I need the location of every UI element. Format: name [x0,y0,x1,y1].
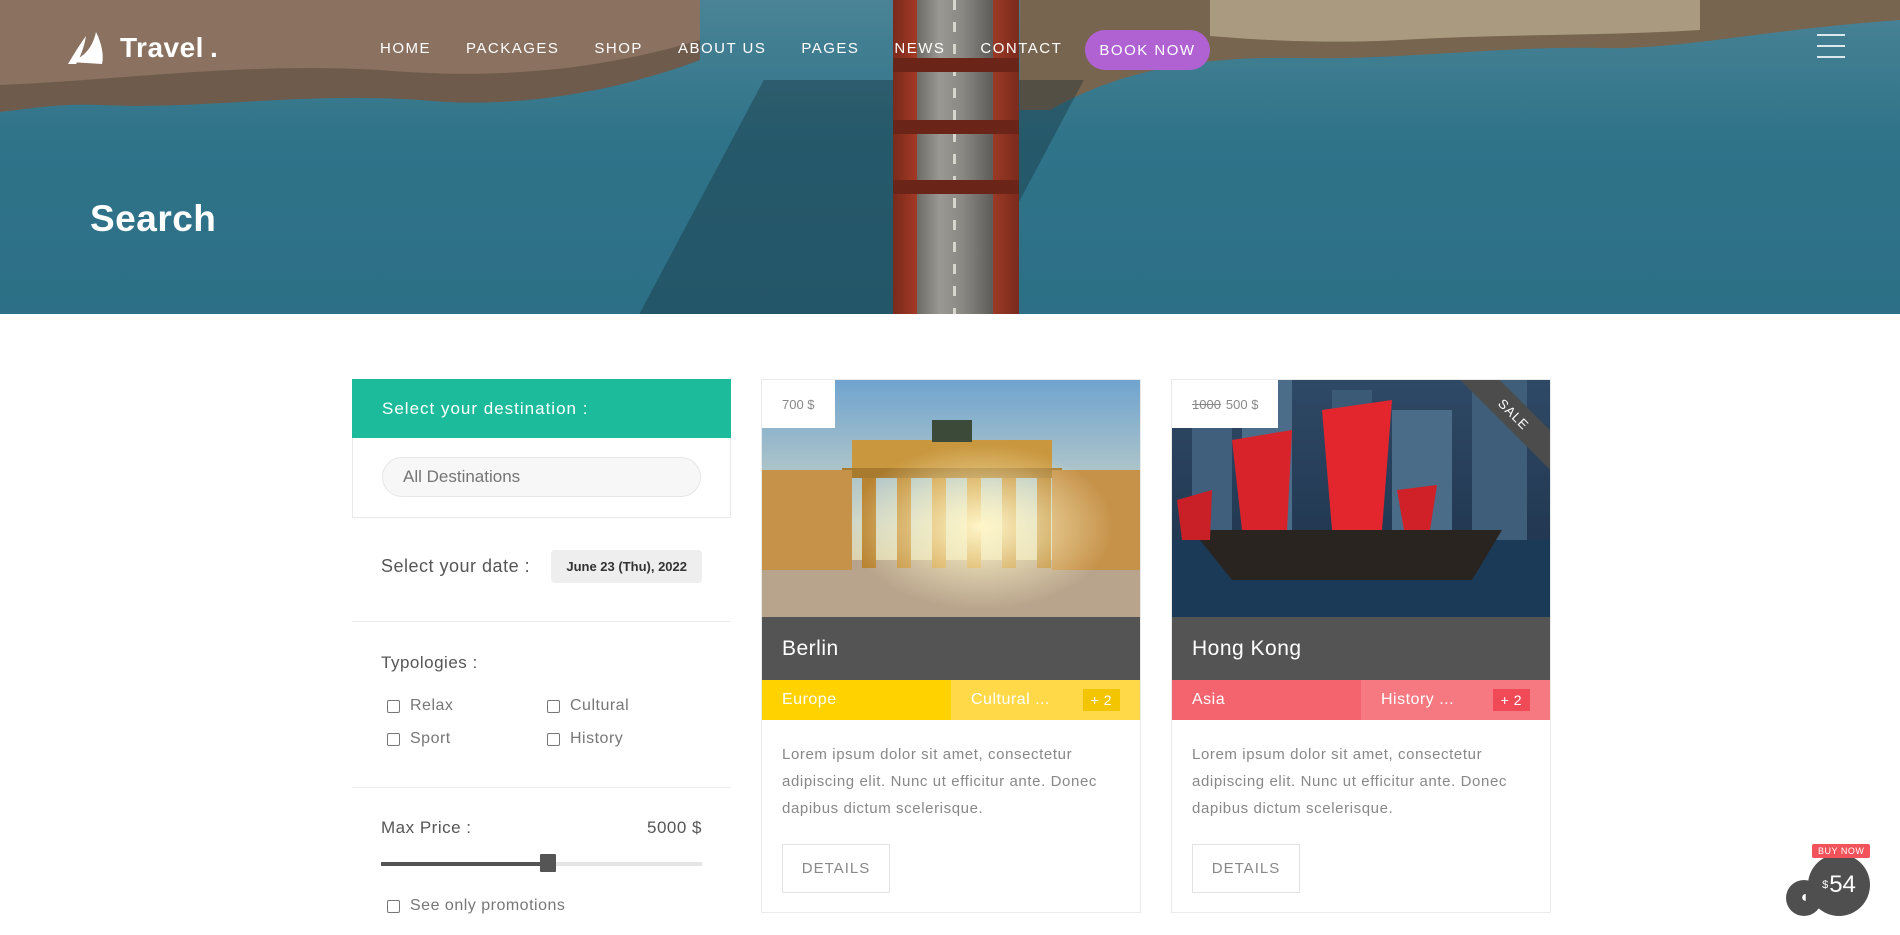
category-tag[interactable]: Cultural ... + 2 [951,680,1140,720]
widget-price: 54 [1829,871,1856,898]
nav-item-pages[interactable]: PAGES [801,40,859,57]
buy-now-badge[interactable]: BUY NOW [1812,844,1871,858]
brand-name: Travel [120,32,204,63]
max-price-value: 5000 $ [647,818,702,837]
destination-box [352,438,731,518]
search-filters-sidebar: Select your destination : Select your da… [352,379,731,788]
nav-item-shop[interactable]: SHOP [594,40,643,57]
max-price-slider[interactable] [381,854,702,872]
card-title[interactable]: Hong Kong [1172,617,1550,680]
hong-kong-photo[interactable]: 1000 500 $ SALE [1172,380,1550,617]
checkbox-icon[interactable] [387,699,400,713]
checkbox-icon[interactable] [387,899,400,913]
nav-item-packages[interactable]: PACKAGES [466,40,559,57]
promotions-label: See only promotions [410,897,566,914]
category-label: History ... [1381,691,1455,708]
book-now-button[interactable]: BOOK NOW [1085,30,1210,70]
checkbox-label: History [570,730,624,747]
menu-hamburger-icon[interactable] [1817,34,1845,58]
nav-item-news[interactable]: NEWS [894,40,945,57]
old-price: 1000 [1192,396,1221,412]
price-badge: 1000 500 $ [1172,380,1279,428]
divider [352,621,731,622]
bridge-tower-band [893,58,1019,72]
bridge-tower-band [893,180,1019,194]
date-label: Select your date : [381,556,531,576]
price-badge: 700 $ [762,380,835,428]
card-tags: Europe Cultural ... + 2 [762,680,1140,720]
checkbox-icon[interactable] [547,732,560,746]
berlin-photo[interactable]: 700 $ [762,380,1140,617]
promotions-checkbox[interactable]: See only promotions [387,897,565,915]
main-nav: HOME PACKAGES SHOP ABOUT US PAGES NEWS C… [380,40,1097,57]
slider-fill [381,862,548,866]
region-tag[interactable]: Europe [762,680,951,720]
nav-item-about-us[interactable]: ABOUT US [678,40,766,57]
slider-handle[interactable] [539,854,556,872]
nav-item-contact[interactable]: CONTACT [980,40,1062,57]
checkbox-icon[interactable] [547,699,560,713]
price-value: 700 $ [782,396,815,412]
sail-logo-icon [68,32,103,64]
tour-card-hong-kong[interactable]: 1000 500 $ SALE Hong Kong Asia History .… [1171,379,1551,913]
price-value: 500 $ [1225,396,1259,412]
more-tags-badge[interactable]: + 2 [1492,689,1530,711]
destination-select[interactable] [382,457,701,497]
card-title[interactable]: Berlin [762,617,1140,680]
checkbox-icon[interactable] [387,732,400,746]
checkbox-label: Sport [410,730,451,747]
checkbox-history[interactable]: History [547,730,687,748]
checkbox-label: Cultural [570,697,630,714]
checkbox-sport[interactable]: Sport [387,730,547,748]
brand-logo[interactable]: Travel . [66,28,218,68]
date-row: Select your date : June 23 (Thu), 2022 [381,550,702,583]
card-tags: Asia History ... + 2 [1172,680,1550,720]
divider [352,787,731,788]
details-button[interactable]: DETAILS [782,844,890,893]
buy-now-widget[interactable]: ◖ $54 BUY NOW [1786,842,1886,922]
currency-symbol: $ [1822,879,1829,891]
price-circle[interactable]: $54 [1808,854,1870,916]
typologies-label: Typologies : [381,653,478,672]
nav-item-home[interactable]: HOME [380,40,431,57]
max-price-label: Max Price : [381,818,472,837]
region-tag[interactable]: Asia [1172,680,1361,720]
typologies-checklist: Relax Cultural Sport History [387,697,687,748]
max-price-row: Max Price : 5000 $ [381,818,702,838]
checkbox-label: Relax [410,697,454,714]
card-description: Lorem ipsum dolor sit amet, consectetur … [1192,746,1507,817]
bridge-tower-band [893,120,1019,134]
more-tags-badge[interactable]: + 2 [1082,689,1120,711]
brand-dot: . [209,32,218,63]
checkbox-cultural[interactable]: Cultural [547,697,687,715]
card-description: Lorem ipsum dolor sit amet, consectetur … [782,746,1097,817]
category-tag[interactable]: History ... + 2 [1361,680,1550,720]
checkbox-relax[interactable]: Relax [387,697,547,715]
date-picker[interactable]: June 23 (Thu), 2022 [551,550,702,583]
page-title: Search [90,198,217,239]
category-label: Cultural ... [971,691,1050,708]
destination-header: Select your destination : [352,379,731,438]
details-button[interactable]: DETAILS [1192,844,1300,893]
tour-card-berlin[interactable]: 700 $ Berlin Europe Cultural ... + 2 Lor… [761,379,1141,913]
